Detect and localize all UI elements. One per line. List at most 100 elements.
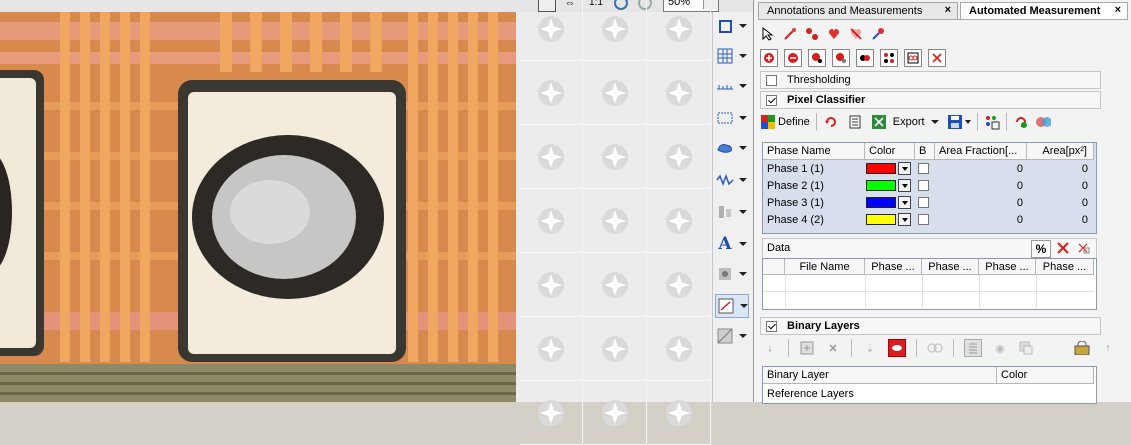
align-tool[interactable] xyxy=(715,200,749,224)
chevron-down-icon[interactable] xyxy=(964,120,971,124)
column-header[interactable]: Color xyxy=(865,143,915,160)
dilate-icon[interactable] xyxy=(832,49,850,67)
measure-tool-active[interactable] xyxy=(715,294,749,318)
chevron-down-icon[interactable] xyxy=(740,304,748,308)
erode-icon[interactable] xyxy=(808,49,826,67)
binary-layers-checkbox[interactable] xyxy=(766,320,777,332)
add-phase-icon[interactable] xyxy=(760,49,778,67)
column-header[interactable]: Phase ... xyxy=(865,259,922,275)
chevron-down-icon[interactable] xyxy=(930,120,939,124)
magic-wand-icon[interactable] xyxy=(782,26,798,42)
chevron-down-icon[interactable] xyxy=(739,272,747,276)
column-header[interactable]: File Name xyxy=(785,259,865,275)
lock-icon[interactable] xyxy=(1074,340,1090,356)
list-icon[interactable] xyxy=(964,339,982,357)
table-row[interactable]: Phase 3 (1) 0 0 xyxy=(763,194,1094,211)
delete-selected-icon[interactable] xyxy=(1075,239,1091,257)
chevron-down-icon[interactable] xyxy=(739,146,747,150)
tab-annotations-measurements[interactable]: Annotations and Measurements × xyxy=(758,2,958,19)
table-row[interactable]: Reference Layers xyxy=(763,385,1094,403)
chevron-down-icon[interactable] xyxy=(739,334,747,338)
eye-icon[interactable]: ◉ xyxy=(992,340,1008,356)
separate-icon[interactable] xyxy=(856,49,874,67)
clear-data-icon[interactable] xyxy=(1055,239,1071,257)
contour-icon[interactable] xyxy=(904,49,922,67)
percent-toggle[interactable]: % xyxy=(1031,240,1051,258)
heart-select-icon[interactable] xyxy=(826,26,842,42)
add-layer-icon[interactable] xyxy=(799,340,815,356)
binary-checkbox[interactable] xyxy=(918,214,929,225)
arrow-down-icon[interactable]: ↓ xyxy=(762,340,778,356)
marquee-tool[interactable] xyxy=(715,106,749,130)
combine-icon[interactable] xyxy=(927,340,943,356)
document-icon[interactable] xyxy=(847,114,863,130)
table-row[interactable]: Phase 1 (1) 0 0 xyxy=(763,160,1094,177)
multi-select-icon[interactable] xyxy=(804,26,820,42)
save-icon[interactable] xyxy=(947,114,963,130)
chevron-down-icon[interactable] xyxy=(898,196,911,209)
phase-color-picker[interactable] xyxy=(866,211,914,228)
grid-tool[interactable] xyxy=(715,44,749,68)
table-row[interactable]: Phase 2 (1) 0 0 xyxy=(763,177,1094,194)
text-tool[interactable]: A xyxy=(715,232,749,256)
classes-icon[interactable] xyxy=(984,114,1000,130)
phase-color-picker[interactable] xyxy=(866,160,914,177)
chevron-down-icon[interactable] xyxy=(739,84,747,88)
rectangle-tool[interactable] xyxy=(715,14,749,38)
column-header[interactable]: Phase ... xyxy=(1036,259,1094,275)
chevron-down-icon[interactable] xyxy=(739,210,747,214)
thresholding-section[interactable]: Thresholding xyxy=(760,71,1101,89)
export-button[interactable]: Export xyxy=(893,116,925,128)
binary-layers-section[interactable]: Binary Layers xyxy=(760,317,1101,335)
binary-checkbox[interactable] xyxy=(918,163,929,174)
profile-tool[interactable] xyxy=(715,168,749,192)
fill-holes-icon[interactable] xyxy=(880,49,898,67)
column-header[interactable]: Phase ... xyxy=(922,259,979,275)
chevron-down-icon[interactable] xyxy=(739,54,747,58)
binary-checkbox[interactable] xyxy=(918,197,929,208)
chevron-down-icon[interactable] xyxy=(898,179,911,192)
column-header[interactable]: Phase ... xyxy=(979,259,1036,275)
pixel-classifier-checkbox[interactable] xyxy=(766,94,777,106)
color-blend-icon[interactable] xyxy=(1035,114,1051,130)
column-header[interactable]: B xyxy=(915,143,935,160)
split-icon[interactable]: ⇣ xyxy=(862,340,878,356)
overlay-tool[interactable] xyxy=(715,324,749,348)
chevron-down-icon[interactable] xyxy=(739,178,747,182)
chevron-down-icon[interactable] xyxy=(739,116,747,120)
refresh-icon[interactable] xyxy=(823,114,839,130)
binary-checkbox[interactable] xyxy=(918,180,929,191)
column-header[interactable]: Phase Name xyxy=(763,143,865,160)
paint-brush-icon[interactable] xyxy=(870,26,886,42)
move-up-icon[interactable]: ↑ xyxy=(1100,340,1116,356)
close-icon[interactable]: × xyxy=(945,4,951,16)
pointer-icon[interactable] xyxy=(760,26,776,42)
tab-automated-measurement[interactable]: Automated Measurement × xyxy=(960,2,1128,19)
column-header[interactable]: Binary Layer xyxy=(763,367,997,384)
phase-color-picker[interactable] xyxy=(866,194,914,211)
excel-icon[interactable] xyxy=(871,114,887,130)
phase-color-picker[interactable] xyxy=(866,177,914,194)
column-header[interactable]: Color xyxy=(997,367,1094,384)
remove-phase-icon[interactable] xyxy=(784,49,802,67)
remove-layer-icon[interactable]: ✕ xyxy=(825,340,841,356)
fill-layer-icon[interactable] xyxy=(888,339,906,357)
column-header[interactable]: Area Fraction[... xyxy=(935,143,1027,160)
close-icon[interactable]: × xyxy=(1115,4,1121,16)
stamp-tool[interactable] xyxy=(715,262,749,286)
move-down-icon[interactable]: ↓ xyxy=(1126,340,1131,356)
pixel-classifier-section[interactable]: Pixel Classifier xyxy=(760,91,1101,109)
deselect-icon[interactable] xyxy=(848,26,864,42)
freehand-tool[interactable] xyxy=(715,136,749,160)
chevron-down-icon[interactable] xyxy=(898,213,911,226)
apply-classifier-icon[interactable] xyxy=(1013,114,1029,130)
define-button[interactable]: Define xyxy=(778,116,810,128)
chevron-down-icon[interactable] xyxy=(898,162,911,175)
delete-icon[interactable] xyxy=(928,49,946,67)
chevron-down-icon[interactable] xyxy=(739,24,747,28)
layer-settings-icon[interactable] xyxy=(1018,340,1034,356)
chevron-down-icon[interactable] xyxy=(739,242,747,246)
ruler-tool[interactable] xyxy=(715,74,749,98)
table-row[interactable]: Phase 4 (2) 0 0 xyxy=(763,211,1094,228)
microscope-image[interactable] xyxy=(0,12,516,402)
